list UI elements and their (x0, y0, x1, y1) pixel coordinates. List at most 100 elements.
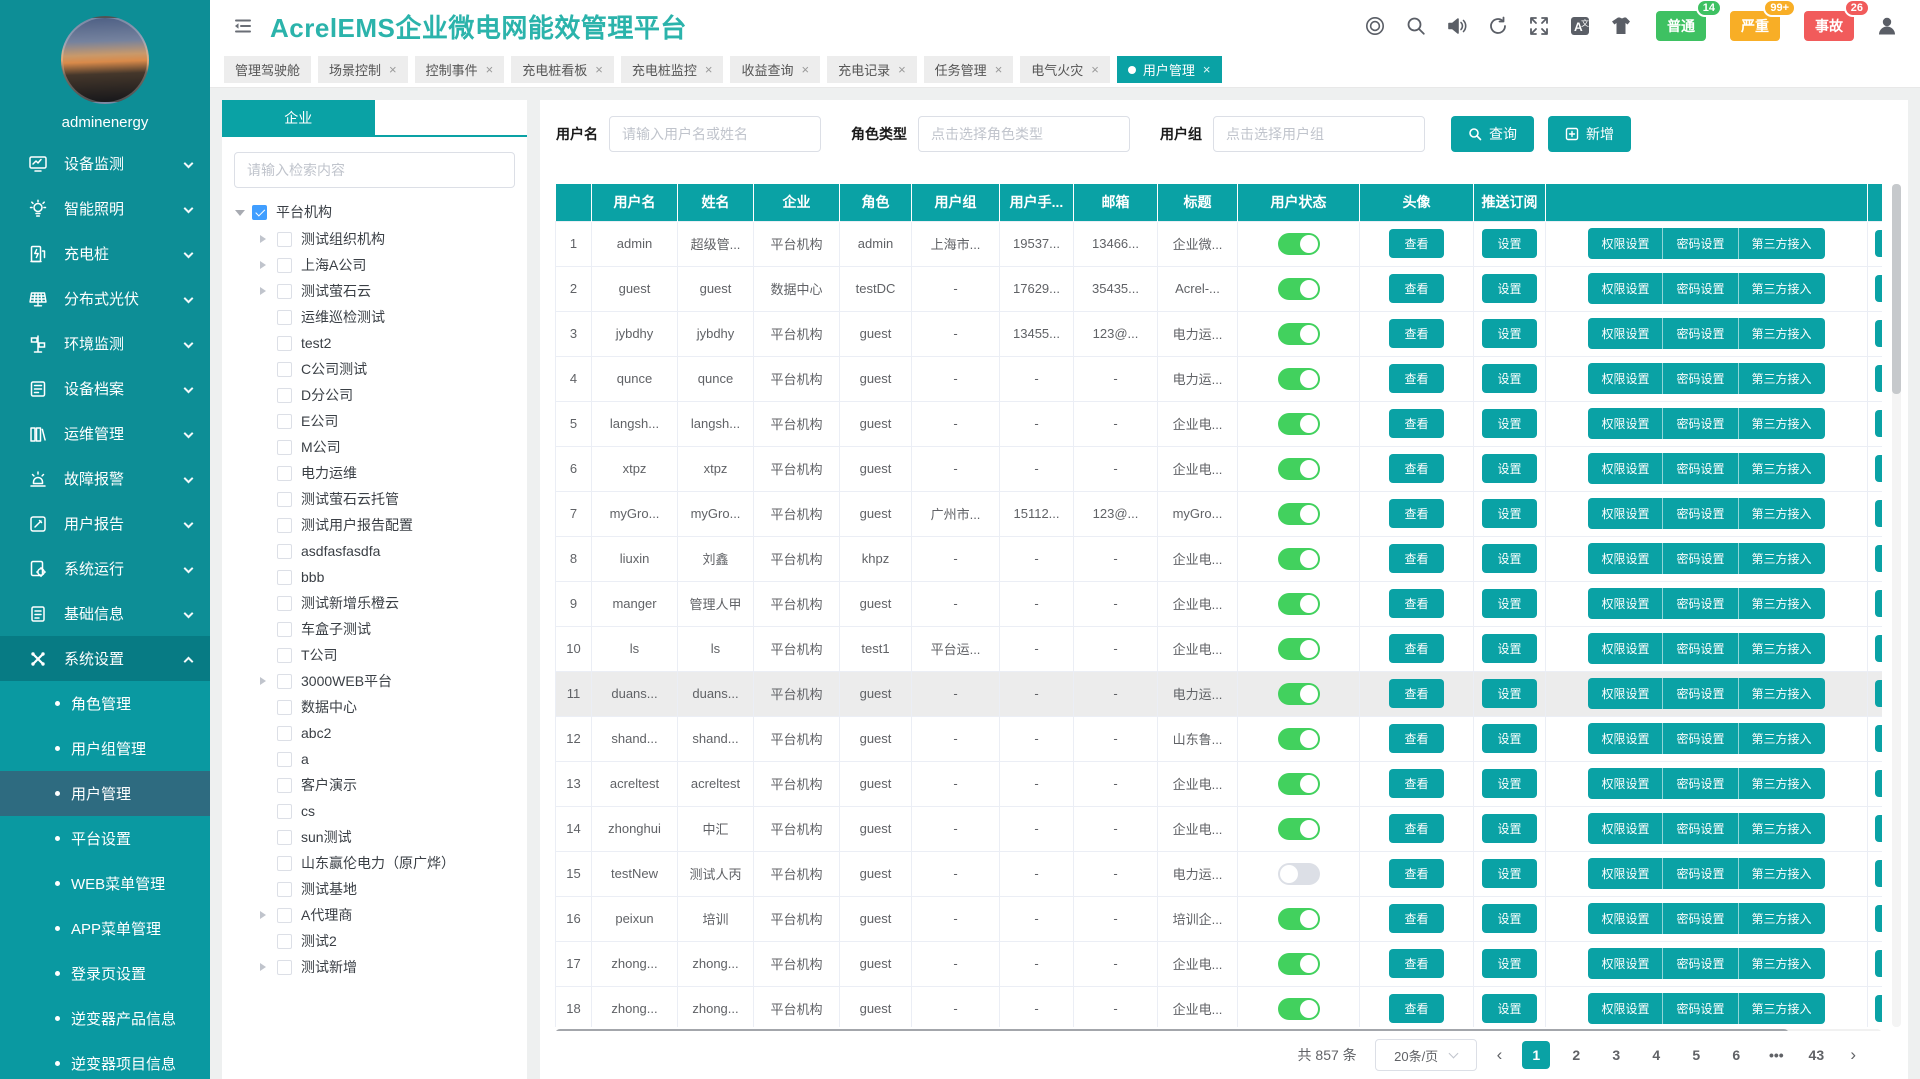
page-tab[interactable]: 电气火灾 × (1020, 56, 1110, 83)
permission-settings-button[interactable]: 权限设置 (1588, 498, 1663, 529)
permission-settings-button[interactable]: 权限设置 (1588, 723, 1663, 754)
tree-node[interactable]: test2 (260, 330, 527, 356)
view-avatar-button[interactable]: 查看 (1389, 634, 1443, 663)
prev-page-button[interactable]: ‹ (1495, 1045, 1505, 1065)
view-avatar-button[interactable]: 查看 (1389, 904, 1443, 933)
view-avatar-button[interactable]: 查看 (1389, 949, 1443, 978)
checkbox[interactable] (277, 752, 292, 767)
view-avatar-button[interactable]: 查看 (1389, 994, 1443, 1023)
third-party-access-button[interactable]: 第三方接入 (1739, 993, 1825, 1024)
permission-settings-button[interactable]: 权限设置 (1588, 858, 1663, 889)
tree-node[interactable]: T公司 (260, 642, 527, 668)
view-avatar-button[interactable]: 查看 (1389, 589, 1443, 618)
clipped-action-button[interactable] (1875, 320, 1882, 347)
page-number[interactable]: 5 (1682, 1041, 1710, 1069)
theme-icon[interactable] (1610, 15, 1632, 37)
translate-icon[interactable]: A文 (1569, 15, 1591, 37)
sidebar-menu-item[interactable]: 分布式光伏 (0, 276, 210, 321)
checkbox[interactable] (277, 362, 292, 377)
checkbox[interactable] (277, 544, 292, 559)
push-subscribe-button[interactable]: 设置 (1482, 229, 1536, 258)
sidebar-submenu-item[interactable]: 平台设置 (0, 816, 210, 861)
tree-node[interactable]: 测试新增乐橙云 (260, 590, 527, 616)
third-party-access-button[interactable]: 第三方接入 (1739, 273, 1825, 304)
page-tab[interactable]: 充电桩看板 × (511, 56, 614, 83)
clipped-action-button[interactable] (1875, 770, 1882, 797)
clipped-action-button[interactable] (1875, 905, 1882, 932)
page-tab[interactable]: 收益查询 × (730, 56, 820, 83)
tree-node[interactable]: a (260, 746, 527, 772)
tree-node[interactable]: 3000WEB平台 (260, 668, 527, 694)
sidebar-submenu-item[interactable]: 逆变器产品信息 (0, 996, 210, 1041)
user-status-toggle[interactable] (1278, 683, 1320, 705)
clipped-action-button[interactable] (1875, 815, 1882, 842)
checkbox[interactable] (277, 232, 292, 247)
password-settings-button[interactable]: 密码设置 (1663, 318, 1738, 349)
password-settings-button[interactable]: 密码设置 (1663, 633, 1738, 664)
user-status-toggle[interactable] (1278, 278, 1320, 300)
password-settings-button[interactable]: 密码设置 (1663, 993, 1738, 1024)
third-party-access-button[interactable]: 第三方接入 (1739, 318, 1825, 349)
password-settings-button[interactable]: 密码设置 (1663, 228, 1738, 259)
sidebar-menu-item[interactable]: 运维管理 (0, 411, 210, 456)
permission-settings-button[interactable]: 权限设置 (1588, 948, 1663, 979)
view-avatar-button[interactable]: 查看 (1389, 859, 1443, 888)
third-party-access-button[interactable]: 第三方接入 (1739, 228, 1825, 259)
checkbox[interactable] (277, 440, 292, 455)
password-settings-button[interactable]: 密码设置 (1663, 948, 1738, 979)
user-status-toggle[interactable] (1278, 863, 1320, 885)
tree-node[interactable]: 测试2 (260, 928, 527, 954)
third-party-access-button[interactable]: 第三方接入 (1739, 408, 1825, 439)
close-tab-icon[interactable]: × (898, 63, 906, 76)
page-tab[interactable]: 管理驾驶舱 × (224, 56, 311, 83)
checkbox[interactable] (277, 310, 292, 325)
sidebar-menu-item[interactable]: 设备档案 (0, 366, 210, 411)
expand-arrow-icon[interactable] (260, 261, 270, 269)
tree-search-input[interactable] (234, 152, 515, 188)
push-subscribe-button[interactable]: 设置 (1482, 499, 1536, 528)
tab-enterprise[interactable]: 企业 (222, 100, 375, 135)
close-tab-icon[interactable]: × (705, 63, 713, 76)
page-number[interactable]: 43 (1802, 1041, 1830, 1069)
close-tab-icon[interactable]: × (1203, 63, 1211, 76)
fullscreen-icon[interactable] (1528, 15, 1550, 37)
tree-node[interactable]: 山东赢伦电力（原广烨） (260, 850, 527, 876)
view-avatar-button[interactable]: 查看 (1389, 499, 1443, 528)
tree-node[interactable]: 车盒子测试 (260, 616, 527, 642)
collapse-sidebar-icon[interactable] (232, 15, 254, 37)
view-avatar-button[interactable]: 查看 (1389, 319, 1443, 348)
collapse-arrow-icon[interactable] (235, 210, 245, 221)
user-status-toggle[interactable] (1278, 953, 1320, 975)
user-icon[interactable] (1876, 15, 1898, 37)
page-tab[interactable]: 场景控制 × (318, 56, 408, 83)
checkbox[interactable] (277, 284, 292, 299)
page-tab[interactable]: 充电记录 × (827, 56, 917, 83)
user-status-toggle[interactable] (1278, 593, 1320, 615)
third-party-access-button[interactable]: 第三方接入 (1739, 678, 1825, 709)
permission-settings-button[interactable]: 权限设置 (1588, 903, 1663, 934)
tree-node[interactable]: bbb (260, 564, 527, 590)
tree-node[interactable]: C公司测试 (260, 356, 527, 382)
permission-settings-button[interactable]: 权限设置 (1588, 543, 1663, 574)
close-tab-icon[interactable]: × (1091, 63, 1099, 76)
push-subscribe-button[interactable]: 设置 (1482, 814, 1536, 843)
page-tab[interactable]: 用户管理 × (1117, 56, 1222, 83)
password-settings-button[interactable]: 密码设置 (1663, 273, 1738, 304)
permission-settings-button[interactable]: 权限设置 (1588, 408, 1663, 439)
page-number[interactable]: 1 (1522, 1041, 1550, 1069)
user-status-toggle[interactable] (1278, 728, 1320, 750)
tree-node[interactable]: D分公司 (260, 382, 527, 408)
clipped-action-button[interactable] (1875, 950, 1882, 977)
third-party-access-button[interactable]: 第三方接入 (1739, 453, 1825, 484)
clipped-action-button[interactable] (1875, 860, 1882, 887)
tree-node[interactable]: 测试用户报告配置 (260, 512, 527, 538)
clipped-action-button[interactable] (1875, 500, 1882, 527)
permission-settings-button[interactable]: 权限设置 (1588, 768, 1663, 799)
close-tab-icon[interactable]: × (801, 63, 809, 76)
third-party-access-button[interactable]: 第三方接入 (1739, 903, 1825, 934)
password-settings-button[interactable]: 密码设置 (1663, 768, 1738, 799)
username-filter-input[interactable] (609, 116, 821, 152)
tree-node[interactable]: M公司 (260, 434, 527, 460)
tree-node[interactable]: 电力运维 (260, 460, 527, 486)
clipped-action-button[interactable] (1875, 455, 1882, 482)
